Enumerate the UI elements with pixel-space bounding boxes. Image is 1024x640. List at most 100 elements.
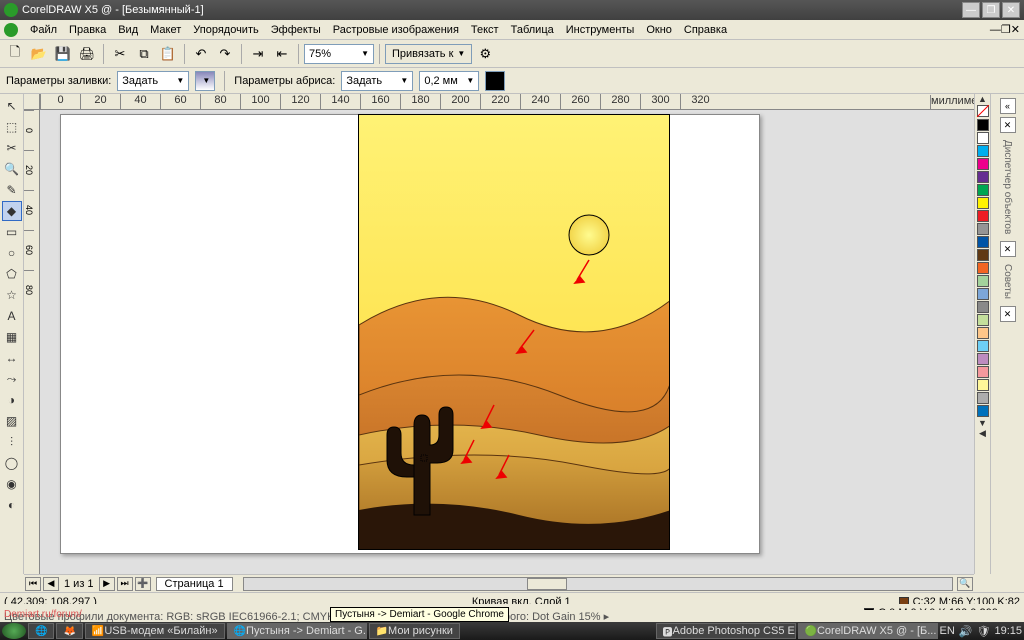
palette-swatch[interactable] <box>977 249 989 261</box>
polygon-tool-icon[interactable]: ⬠ <box>2 264 22 284</box>
palette-swatch[interactable] <box>977 314 989 326</box>
palette-none[interactable] <box>977 105 989 117</box>
docker-tab-hints[interactable]: Советы <box>1002 264 1013 299</box>
palette-swatch[interactable] <box>977 366 989 378</box>
menu-view[interactable]: Вид <box>112 22 144 38</box>
docker-close-icon[interactable]: ✕ <box>1000 117 1016 133</box>
palette-swatch[interactable] <box>977 132 989 144</box>
fill-tool-icon[interactable]: ◉ <box>2 474 22 494</box>
palette-swatch[interactable] <box>977 405 989 417</box>
taskbar-item[interactable]: 🌐 Пустыня -> Demiart - G... <box>227 623 367 639</box>
taskbar-item[interactable]: 🟢 CorelDRAW X5 @ - [Б... <box>798 623 938 639</box>
taskbar-item[interactable]: 📁 Мои рисунки <box>369 623 460 639</box>
menu-table[interactable]: Таблица <box>505 22 560 38</box>
zoom-tool-icon[interactable]: 🔍 <box>2 159 22 179</box>
doc-close-button[interactable] <box>1011 23 1020 36</box>
restore-button[interactable] <box>982 2 1000 18</box>
palette-swatch[interactable] <box>977 301 989 313</box>
docker-close-icon-3[interactable]: ✕ <box>1000 306 1016 322</box>
crop-tool-icon[interactable]: ✂ <box>2 138 22 158</box>
connector-tool-icon[interactable]: ⤳ <box>2 369 22 389</box>
minimize-button[interactable] <box>962 2 980 18</box>
nav-magnify-icon[interactable]: 🔍 <box>957 577 973 591</box>
export-icon[interactable]: ⇤ <box>271 43 293 65</box>
palette-flyout-icon[interactable]: ◀ <box>979 428 986 439</box>
outline-color-swatch[interactable] <box>485 71 505 91</box>
interactive-fill-tool-icon[interactable]: ◐ <box>2 495 22 515</box>
fill-color-swatch[interactable] <box>195 71 215 91</box>
import-icon[interactable]: ⇥ <box>247 43 269 65</box>
palette-swatch[interactable] <box>977 158 989 170</box>
paste-icon[interactable]: 📋 <box>157 43 179 65</box>
palette-swatch[interactable] <box>977 119 989 131</box>
palette-swatch[interactable] <box>977 340 989 352</box>
table-tool-icon[interactable]: ▦ <box>2 327 22 347</box>
docker-expand-icon[interactable]: « <box>1000 98 1016 114</box>
ruler-origin[interactable] <box>24 94 40 110</box>
page-last-icon[interactable]: ⏭ <box>117 577 133 591</box>
palette-down-icon[interactable]: ▼ <box>978 418 987 428</box>
transparency-tool-icon[interactable]: ▨ <box>2 411 22 431</box>
palette-swatch[interactable] <box>977 210 989 222</box>
palette-swatch[interactable] <box>977 353 989 365</box>
palette-swatch[interactable] <box>977 392 989 404</box>
palette-swatch[interactable] <box>977 145 989 157</box>
menu-tools[interactable]: Инструменты <box>560 22 641 38</box>
copy-icon[interactable]: ⧉ <box>133 43 155 65</box>
eyedropper-tool-icon[interactable]: ⫶ <box>2 432 22 452</box>
palette-up-icon[interactable]: ▲ <box>978 94 987 104</box>
palette-swatch[interactable] <box>977 275 989 287</box>
tray-icon[interactable]: 🔊 <box>959 625 973 638</box>
drawing-area[interactable] <box>40 110 974 574</box>
undo-icon[interactable]: ↶ <box>190 43 212 65</box>
menu-window[interactable]: Окно <box>640 22 678 38</box>
menu-bitmaps[interactable]: Растровые изображения <box>327 22 465 38</box>
artwork-desert[interactable] <box>358 114 670 550</box>
outline-tool-icon[interactable]: ◯ <box>2 453 22 473</box>
menu-arrange[interactable]: Упорядочить <box>187 22 264 38</box>
page-next-icon[interactable]: ▶ <box>99 577 115 591</box>
freehand-tool-icon[interactable]: ✎ <box>2 180 22 200</box>
docker-close-icon-2[interactable]: ✕ <box>1000 241 1016 257</box>
tray-icon[interactable]: 🛡 <box>977 625 991 638</box>
start-button[interactable] <box>2 623 26 639</box>
cut-icon[interactable]: ✂ <box>109 43 131 65</box>
taskbar-item[interactable]: 🦊 <box>56 623 82 639</box>
page-add-icon[interactable]: ➕ <box>135 577 151 591</box>
language-indicator[interactable]: EN <box>940 625 955 637</box>
menu-help[interactable]: Справка <box>678 22 733 38</box>
options-icon[interactable]: ⚙ <box>474 43 496 65</box>
page-prev-icon[interactable]: ◀ <box>43 577 59 591</box>
menu-text[interactable]: Текст <box>465 22 505 38</box>
save-icon[interactable]: 💾 <box>52 43 74 65</box>
page-first-icon[interactable]: ⏮ <box>25 577 41 591</box>
menu-file[interactable]: Файл <box>24 22 63 38</box>
menu-layout[interactable]: Макет <box>144 22 187 38</box>
taskbar-item[interactable]: 🅿 Adobe Photoshop CS5 E... <box>656 623 796 639</box>
print-icon[interactable]: 🖨 <box>76 43 98 65</box>
palette-swatch[interactable] <box>977 236 989 248</box>
snap-to-dropdown[interactable]: Привязать к <box>385 44 472 64</box>
docker-tab-object-manager[interactable]: Диспетчер объектов <box>1002 140 1013 234</box>
doc-restore-button[interactable] <box>1001 23 1011 36</box>
taskbar-item[interactable]: 📶 USB-модем «Билайн» <box>85 623 225 639</box>
close-button[interactable] <box>1002 2 1020 18</box>
dimension-tool-icon[interactable]: ↔ <box>2 348 22 368</box>
system-tray[interactable]: EN 🔊 🛡 19:15 <box>940 625 1022 638</box>
menu-edit[interactable]: Правка <box>63 22 112 38</box>
fill-type-combo[interactable]: Задать <box>117 71 189 91</box>
rectangle-tool-icon[interactable]: ▭ <box>2 222 22 242</box>
blend-tool-icon[interactable]: ◑ <box>2 390 22 410</box>
canvas-viewport[interactable]: 0204060801001201401601802002202402602803… <box>24 94 974 574</box>
zoom-select[interactable]: 75% <box>304 44 374 64</box>
palette-swatch[interactable] <box>977 262 989 274</box>
palette-swatch[interactable] <box>977 223 989 235</box>
page-tab[interactable]: Страница 1 <box>156 577 233 591</box>
open-icon[interactable]: 📂 <box>28 43 50 65</box>
palette-swatch[interactable] <box>977 197 989 209</box>
smart-fill-tool-icon[interactable]: ◆ <box>2 201 22 221</box>
doc-minimize-button[interactable] <box>990 24 1001 36</box>
palette-swatch[interactable] <box>977 171 989 183</box>
redo-icon[interactable]: ↷ <box>214 43 236 65</box>
shape-tool-icon[interactable]: ⬚ <box>2 117 22 137</box>
